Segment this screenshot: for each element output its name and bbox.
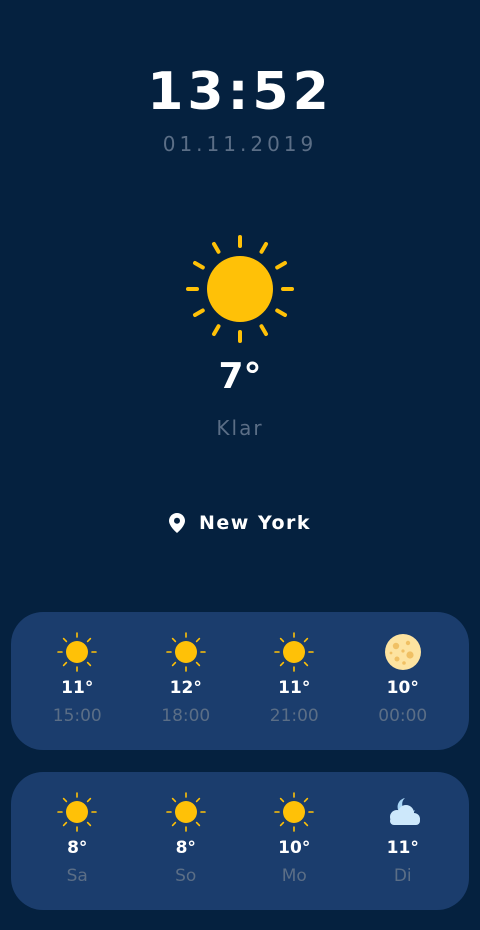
moon-icon xyxy=(384,634,421,670)
sun-icon xyxy=(165,792,206,832)
daily-day: Di xyxy=(393,866,412,886)
sun-icon xyxy=(274,632,315,672)
daily-forecast-card: 8° Sa 8° So 10° Mo 11° Di xyxy=(11,772,469,910)
location-row[interactable]: New York xyxy=(0,512,480,534)
sun-icon xyxy=(165,632,206,672)
hourly-temp: 11° xyxy=(278,678,311,698)
daily-day: Sa xyxy=(66,866,88,886)
hourly-forecast-card: 11° 15:00 12° 18:00 11° 21:00 10° 00:00 xyxy=(11,612,469,750)
hourly-item: 11° 15:00 xyxy=(32,612,122,726)
daily-item: 10° Mo xyxy=(249,772,339,886)
sun-icon xyxy=(186,235,294,343)
daily-day: So xyxy=(175,866,197,886)
daily-item: 8° Sa xyxy=(32,772,122,886)
hourly-time: 21:00 xyxy=(269,706,319,726)
current-temperature: 7° xyxy=(218,356,262,397)
hourly-item: 11° 21:00 xyxy=(249,612,339,726)
daily-temp: 11° xyxy=(386,838,419,858)
daily-temp: 8° xyxy=(67,838,88,858)
daily-item: 8° So xyxy=(141,772,231,886)
sun-icon xyxy=(274,792,315,832)
hourly-time: 00:00 xyxy=(378,706,428,726)
daily-temp: 10° xyxy=(278,838,311,858)
current-condition: Klar xyxy=(216,416,264,440)
hourly-temp: 10° xyxy=(386,678,419,698)
sun-icon xyxy=(57,792,98,832)
hourly-temp: 12° xyxy=(169,678,202,698)
hourly-time: 15:00 xyxy=(52,706,102,726)
clock-date: 01.11.2019 xyxy=(162,132,318,156)
hourly-temp: 11° xyxy=(61,678,94,698)
location-pin-icon xyxy=(168,513,185,533)
hourly-item: 12° 18:00 xyxy=(141,612,231,726)
sun-icon xyxy=(57,632,98,672)
daily-temp: 8° xyxy=(175,838,196,858)
hourly-time: 18:00 xyxy=(161,706,211,726)
location-name: New York xyxy=(198,512,312,534)
cloudy-night-icon xyxy=(389,798,420,825)
daily-item: 11° Di xyxy=(358,772,448,886)
hourly-item: 10° 00:00 xyxy=(358,612,448,726)
clock-time: 13:52 xyxy=(147,62,333,122)
daily-day: Mo xyxy=(281,866,307,886)
